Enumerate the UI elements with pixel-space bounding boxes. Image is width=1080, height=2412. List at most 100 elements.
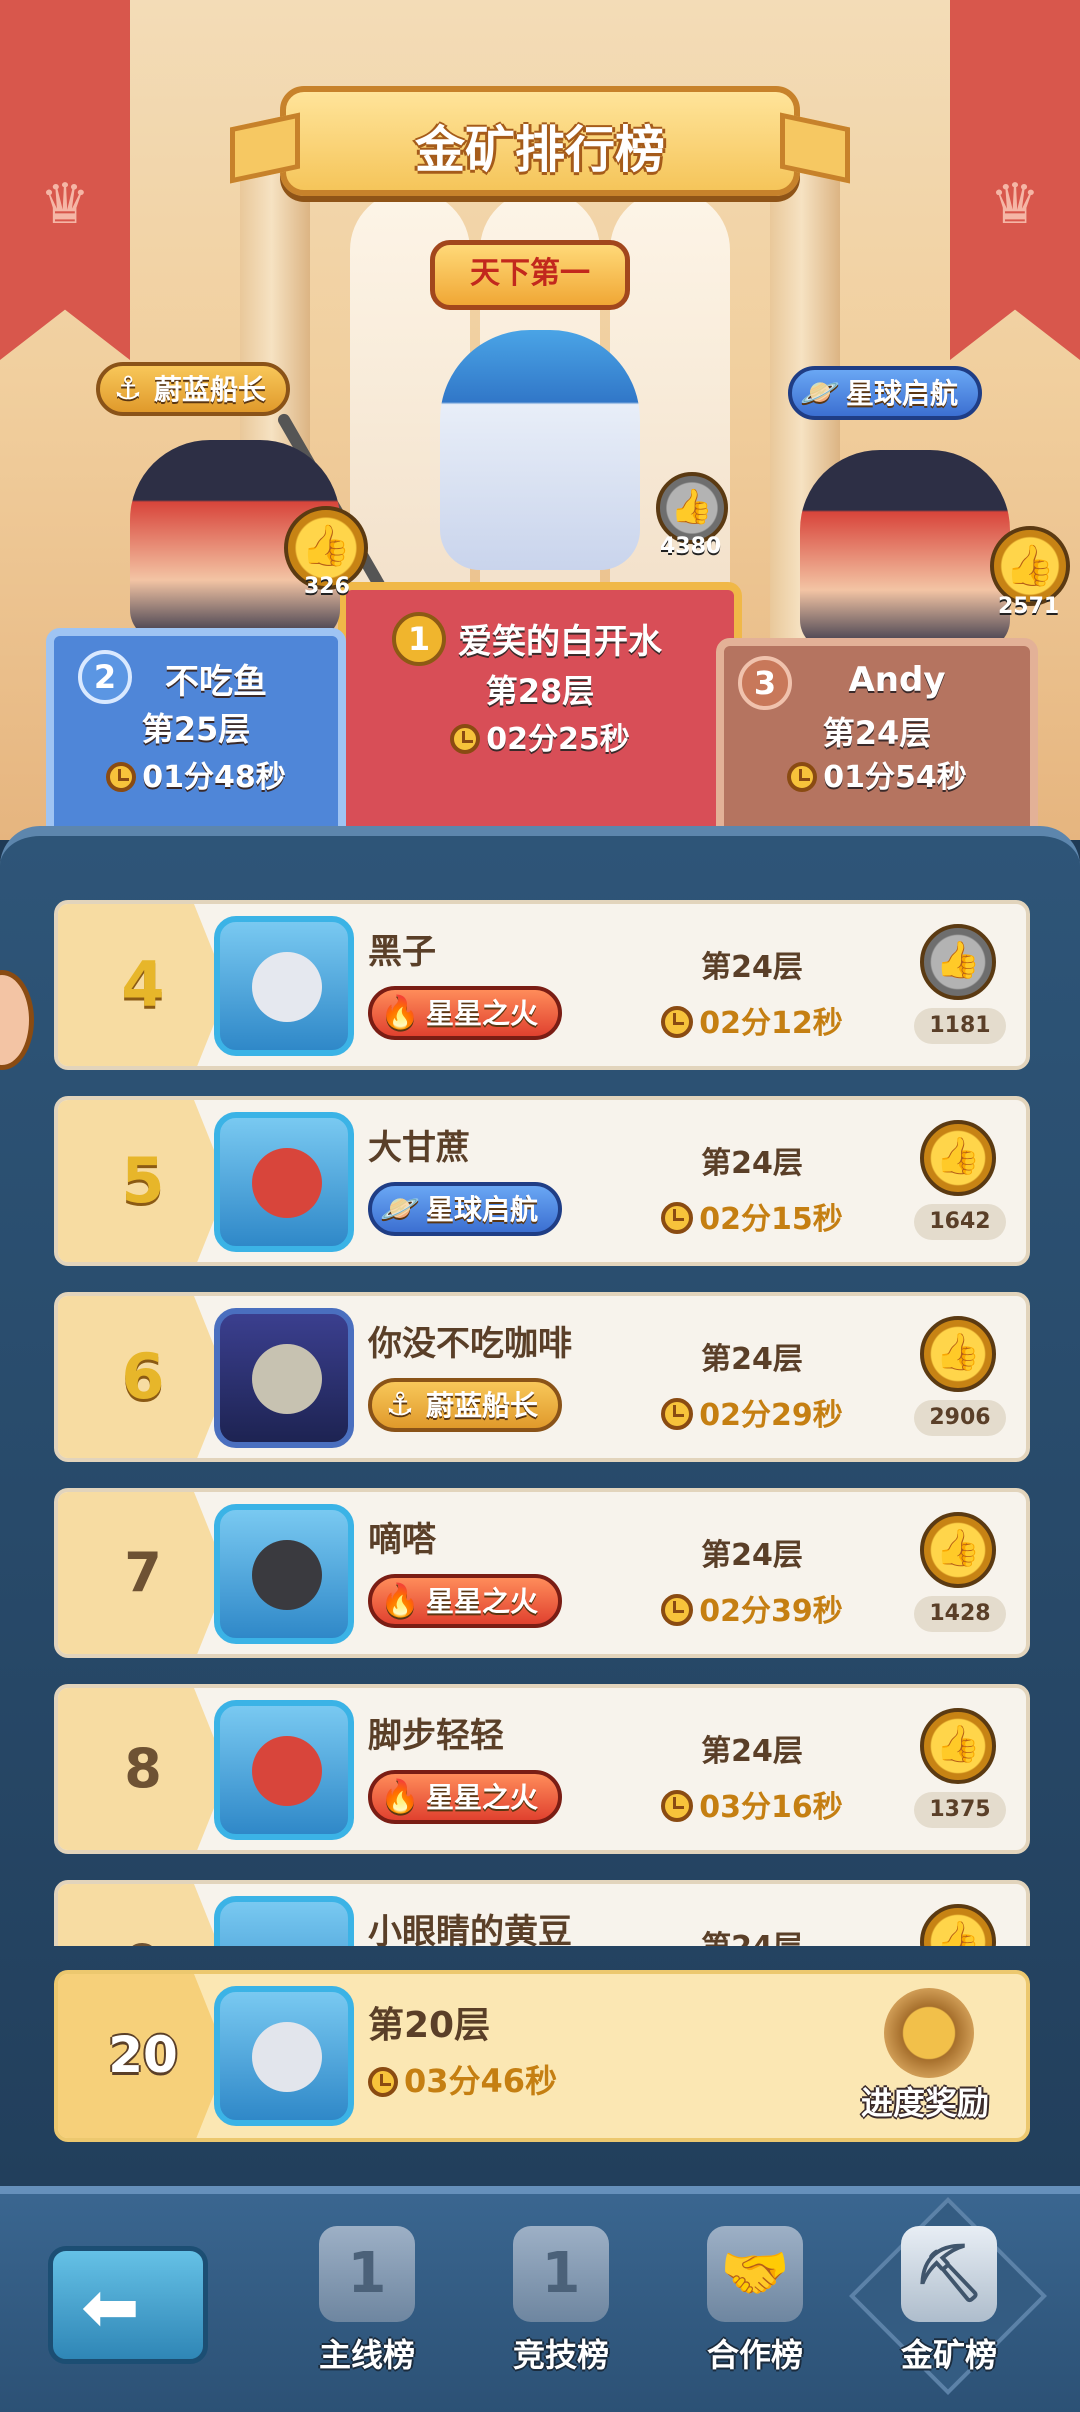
like-button[interactable]: 👍 [920, 924, 996, 1000]
third-place-avatar[interactable] [800, 450, 1010, 650]
avatar[interactable] [214, 1986, 354, 2126]
player-name: 嘀嗒 [368, 1520, 436, 1560]
podium-name-1: 爱笑的白开水 [458, 622, 662, 662]
badge-label: 星球启航 [426, 1193, 539, 1226]
ranking-list[interactable]: 4 黑子 🔥 星星之火 第24层 02分12秒 👍 1181 5 大甘蔗 🪐 星球启… [54, 900, 1030, 1946]
table-row[interactable]: 9 小眼睛的黄豆 第24层 👍 [54, 1880, 1030, 1946]
podium-icon: 1 [319, 2226, 415, 2322]
podium-name-2: 不吃鱼 [165, 662, 267, 702]
handshake-icon: 🤝 [707, 2226, 803, 2322]
avatar[interactable] [214, 916, 354, 1056]
avatar[interactable] [214, 1504, 354, 1644]
badge-label: 蔚蓝船长 [426, 1389, 539, 1422]
anchor-icon: ⚓ [385, 1385, 415, 1423]
avatar[interactable] [214, 1896, 354, 1946]
avatar-face [252, 1148, 322, 1218]
crown-icon: ♛ [989, 172, 1041, 237]
like-button[interactable]: 👍 [920, 1120, 996, 1196]
player-name: 脚步轻轻 [368, 1716, 504, 1756]
champion-avatar[interactable] [440, 330, 640, 570]
avatar[interactable] [214, 1112, 354, 1252]
title-badge-star: 🔥 星星之火 [368, 1770, 563, 1824]
tab-label: 合作榜 [706, 2336, 803, 2374]
top-crown-label: 天下第一 [470, 256, 590, 291]
title-badge-captain: ⚓ 蔚蓝船长 [96, 362, 291, 416]
tab-coop-ranking[interactable]: 🤝 合作榜 [670, 2226, 840, 2406]
row-rank: 7 [124, 1541, 162, 1604]
avatar[interactable] [214, 1700, 354, 1840]
row-rank: 9 [58, 1884, 228, 1946]
like-button[interactable]: 👍 [920, 1708, 996, 1784]
title-badge-label-2: 蔚蓝船长 [154, 373, 267, 406]
podium-time-value-3: 01分54秒 [823, 760, 967, 795]
table-row[interactable]: 6 你没不吃咖啡 ⚓ 蔚蓝船长 第24层 02分29秒 👍 2906 [54, 1292, 1030, 1462]
podium-second: 2 不吃鱼 第25层 01分48秒 [46, 628, 346, 840]
own-time: 03分46秒 [368, 2056, 557, 2102]
thumbs-up-icon: 👍 [935, 940, 981, 981]
title-badge-star: 🔥 星星之火 [368, 1574, 563, 1628]
tab-goldmine-ranking[interactable]: ⛏ 金矿榜 [864, 2226, 1034, 2406]
like-count: 1181 [914, 1008, 1006, 1044]
title-badge-planet: 🪐 星球启航 [368, 1182, 563, 1236]
table-row[interactable]: 7 嘀嗒 🔥 星星之火 第24层 02分39秒 👍 1428 [54, 1488, 1030, 1658]
tab-main-ranking[interactable]: 1 主线榜 [282, 2226, 452, 2406]
table-row[interactable]: 5 大甘蔗 🪐 星球启航 第24层 02分15秒 👍 1642 [54, 1096, 1030, 1266]
planet-icon: 🪐 [380, 1189, 420, 1227]
thumbs-up-icon: 👍 [935, 1136, 981, 1177]
podium-name-3: Andy [848, 660, 946, 700]
tab-label: 主线榜 [318, 2336, 415, 2374]
table-row[interactable]: 4 黑子 🔥 星星之火 第24层 02分12秒 👍 1181 [54, 900, 1030, 1070]
own-rank-row[interactable]: 20 第20层 03分46秒 进度奖励 [54, 1970, 1030, 2142]
like-count-3: 2571 [998, 594, 1060, 619]
like-count: 1642 [914, 1204, 1006, 1240]
title-badge-captain: ⚓ 蔚蓝船长 [368, 1378, 563, 1432]
flame-icon: 🔥 [380, 1777, 420, 1815]
thumbs-up-icon: 👍 [935, 1920, 981, 1946]
thumbs-up-icon: 👍 [1005, 543, 1055, 589]
like-button[interactable]: 👍 [920, 1904, 996, 1946]
clock-icon [450, 724, 481, 754]
row-rank: 8 [124, 1737, 162, 1800]
badge-label: 星星之火 [426, 997, 539, 1030]
time-text: 02分29秒 [699, 1398, 843, 1433]
like-count: 1428 [914, 1596, 1006, 1632]
back-button[interactable]: ⬅ [48, 2246, 208, 2364]
time-text: 02分39秒 [699, 1594, 843, 1629]
progress-reward-button[interactable]: 进度奖励 [840, 1982, 1010, 2138]
podium-third: 3 Andy 第24层 01分54秒 [716, 638, 1038, 840]
like-button[interactable]: 👍 [920, 1512, 996, 1588]
clock-icon [661, 1790, 694, 1822]
avatar[interactable] [214, 1308, 354, 1448]
thumbs-up-icon: 👍 [935, 1528, 981, 1569]
avatar-face [252, 1344, 322, 1414]
time-value: 02分12秒 [642, 998, 862, 1042]
podium-first: 1 爱笑的白开水 第28层 02分25秒 [338, 582, 742, 840]
floor-value: 第24层 [701, 1342, 803, 1377]
clock-icon [368, 2067, 398, 2097]
anchor-icon: ⚓ [113, 369, 143, 407]
time-text: 02分12秒 [699, 1006, 843, 1041]
table-row[interactable]: 8 脚步轻轻 🔥 星星之火 第24层 03分16秒 👍 1375 [54, 1684, 1030, 1854]
title-badge-planet: 🪐 星球启航 [788, 366, 983, 420]
player-name: 你没不吃咖啡 [368, 1324, 572, 1364]
avatar-face [252, 952, 322, 1022]
player-name: 黑子 [368, 932, 436, 972]
flame-icon: 🔥 [380, 993, 420, 1031]
title-badge-star: 🔥 星星之火 [368, 986, 563, 1040]
floor-value: 第24层 [642, 1922, 862, 1946]
time-value: 02分15秒 [642, 1194, 862, 1238]
clock-icon [661, 1202, 694, 1234]
time-value: 02分29秒 [642, 1390, 862, 1434]
floor-value: 第24层 [701, 1146, 803, 1181]
podium-floor-3: 第24层 [822, 714, 932, 752]
podium-time-1: 02分25秒 [346, 714, 734, 758]
row-rank: 5 [121, 1144, 165, 1217]
podium-time-3: 01分54秒 [724, 752, 1030, 796]
player-name: 大甘蔗 [368, 1128, 470, 1168]
tab-arena-ranking[interactable]: 1 竞技榜 [476, 2226, 646, 2406]
thumbs-up-icon: 👍 [670, 487, 714, 527]
avatar-face [252, 1736, 322, 1806]
like-button[interactable]: 👍 [920, 1316, 996, 1392]
time-value: 03分16秒 [642, 1782, 862, 1826]
top-crown-badge: 天下第一 [430, 240, 630, 310]
